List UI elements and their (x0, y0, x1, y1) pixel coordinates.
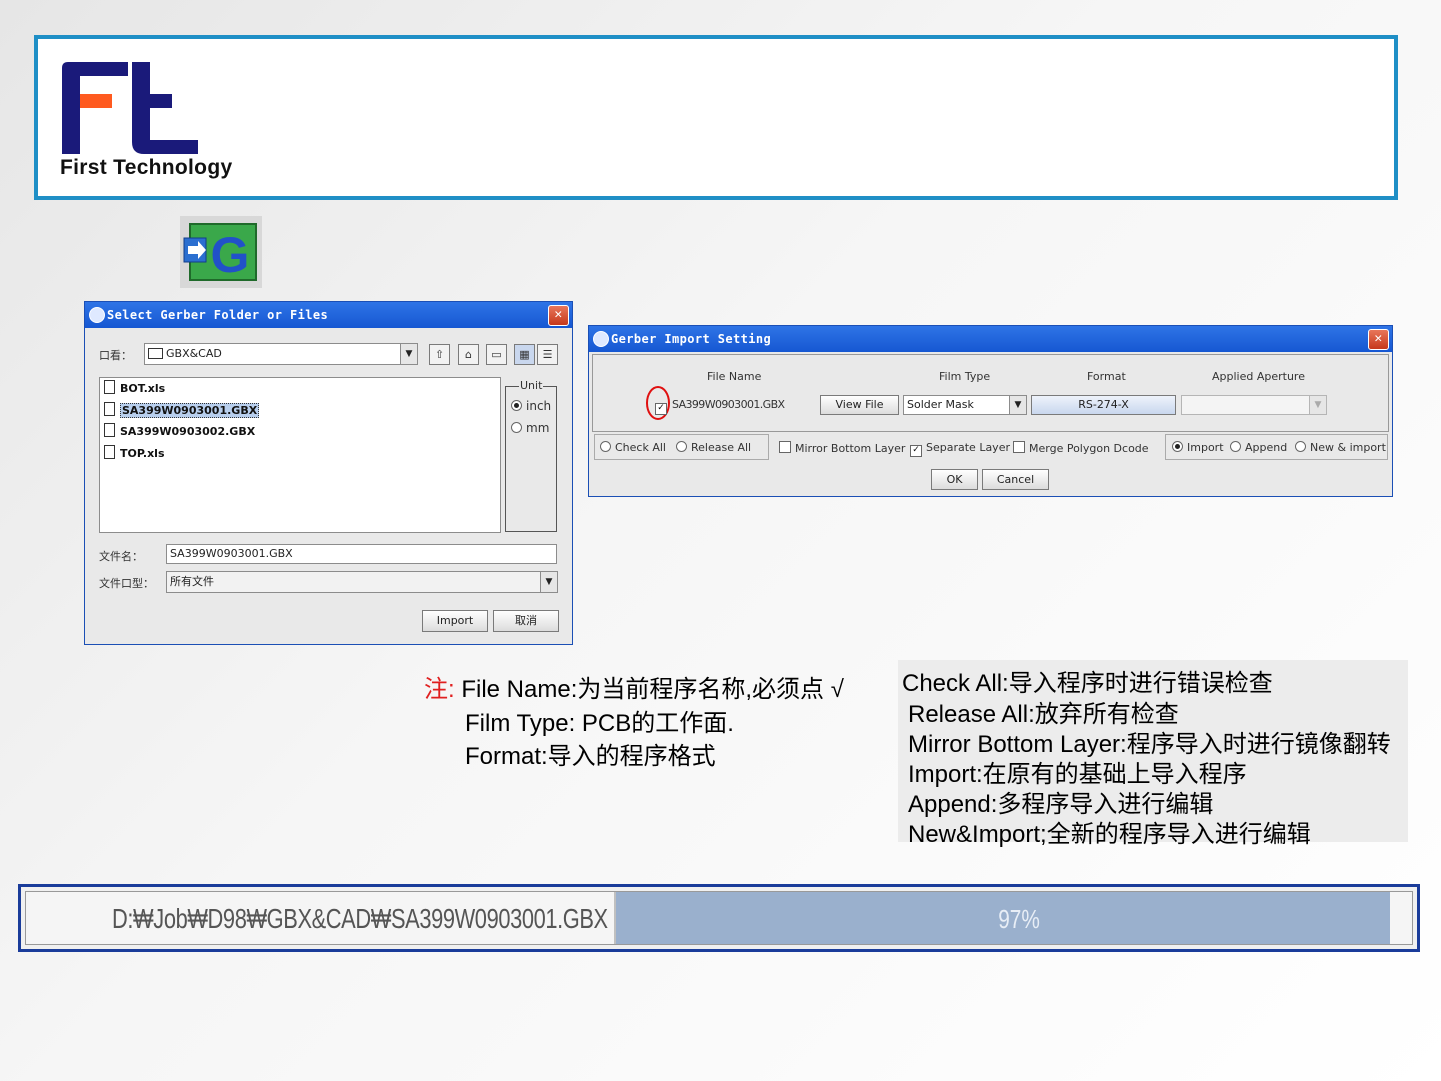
note-new-import: New&Import;全新的程序导入进行编辑 (908, 821, 1311, 848)
note-film-type: Film Type: PCB的工作面. (465, 710, 734, 737)
java-icon (89, 307, 105, 323)
up-folder-icon[interactable]: ⇧ (429, 344, 450, 365)
file-icon (104, 423, 115, 437)
cancel-button[interactable]: 取消 (493, 610, 559, 632)
file-icon (104, 380, 115, 394)
company-name: First Technology (60, 156, 233, 179)
progress-track: D:₩Job₩D98₩GBX&CAD₩SA399W0903001.GBX 97% (25, 891, 1413, 945)
radio-icon (600, 441, 611, 452)
film-type-value: Solder Mask (907, 398, 974, 411)
close-icon[interactable]: ✕ (548, 305, 569, 326)
chevron-down-icon[interactable]: ▼ (1309, 396, 1326, 414)
select-dialog-titlebar[interactable]: Select Gerber Folder or Files ✕ (85, 302, 572, 328)
filename-input[interactable]: SA399W0903001.GBX (166, 544, 557, 564)
format-button[interactable]: RS-274-X (1031, 395, 1176, 415)
file-row-checkbox[interactable]: ✓ (655, 399, 671, 415)
progress-file-path: D:₩Job₩D98₩GBX&CAD₩SA399W0903001.GBX (112, 903, 608, 934)
list-item[interactable]: SA399W0903001.GBX (104, 402, 260, 419)
look-in-value: GBX&CAD (166, 347, 222, 360)
note-prefix: 注: (424, 676, 455, 703)
chevron-down-icon[interactable]: ▼ (400, 344, 417, 364)
file-icon (104, 402, 115, 416)
mirror-bottom-checkbox[interactable]: Mirror Bottom Layer (779, 441, 905, 455)
checkbox-icon (779, 441, 791, 453)
checkmark-icon: ✓ (655, 403, 667, 415)
header-film-type: Film Type (939, 370, 991, 383)
cancel-button[interactable]: Cancel (982, 469, 1049, 490)
chevron-down-icon[interactable]: ▼ (540, 572, 557, 592)
note-line-1: File Name:为当前程序名称,必须点 √ (454, 676, 844, 703)
append-radio[interactable]: Append (1230, 441, 1287, 454)
header-file-name: File Name (707, 370, 762, 383)
file-row-name: SA399W0903001.GBX (672, 398, 785, 411)
chevron-down-icon[interactable]: ▼ (1009, 396, 1026, 414)
unit-inch-radio[interactable]: inch (511, 399, 551, 413)
select-gerber-dialog: Select Gerber Folder or Files ✕ 口看： GBX&… (84, 301, 573, 645)
radio-icon (1230, 441, 1241, 452)
check-all-radio[interactable]: Check All (600, 441, 666, 454)
import-dialog-title: Gerber Import Setting (611, 332, 772, 346)
film-type-select[interactable]: Solder Mask ▼ (903, 395, 1027, 415)
import-radio[interactable]: Import (1172, 441, 1224, 454)
note-format: Format:导入的程序格式 (465, 743, 716, 770)
java-icon (593, 331, 609, 347)
header-format: Format (1087, 370, 1126, 383)
filetype-value: 所有文件 (170, 575, 214, 588)
list-item[interactable]: BOT.xls (104, 380, 165, 397)
header-banner (34, 35, 1398, 200)
file-list[interactable]: BOT.xls SA399W0903001.GBX SA399W0903002.… (99, 377, 501, 533)
view-file-button[interactable]: View File (820, 395, 899, 415)
aperture-select[interactable]: ▼ (1181, 395, 1327, 415)
note-check-all: Check All:导入程序时进行错误检查 (902, 670, 1273, 697)
select-dialog-title: Select Gerber Folder or Files (107, 308, 329, 322)
checkmark-icon: ✓ (910, 445, 922, 457)
filetype-select[interactable]: 所有文件 ▼ (166, 571, 558, 593)
import-progress-bar: D:₩Job₩D98₩GBX&CAD₩SA399W0903001.GBX 97% (18, 884, 1420, 952)
unit-mm-radio[interactable]: mm (511, 421, 549, 435)
import-button[interactable]: Import (422, 610, 488, 632)
header-applied-aperture: Applied Aperture (1212, 370, 1305, 383)
release-all-radio[interactable]: Release All (676, 441, 751, 454)
file-icon (104, 445, 115, 459)
details-view-icon[interactable]: ☰ (537, 344, 558, 365)
checkbox-icon (1013, 441, 1025, 453)
filetype-label: 文件口型： (99, 577, 154, 590)
list-item[interactable]: TOP.xls (104, 445, 165, 462)
radio-icon (511, 422, 522, 433)
new-import-radio[interactable]: New & import (1295, 441, 1386, 454)
separate-layer-checkbox[interactable]: ✓ Separate Layer (910, 441, 1010, 457)
home-icon[interactable]: ⌂ (458, 344, 479, 365)
gerber-import-setting-dialog: Gerber Import Setting ✕ File Name Film T… (588, 325, 1393, 497)
settings-table (592, 354, 1389, 432)
merge-polygon-checkbox[interactable]: Merge Polygon Dcode (1013, 441, 1149, 455)
look-in-select[interactable]: GBX&CAD ▼ (144, 343, 418, 365)
radio-icon (511, 400, 522, 411)
progress-percent: 97% (998, 904, 1040, 934)
list-view-icon[interactable]: ▦ (514, 344, 535, 365)
import-dialog-titlebar[interactable]: Gerber Import Setting ✕ (589, 326, 1392, 352)
gerber-import-icon[interactable]: G (180, 216, 262, 288)
radio-icon (676, 441, 687, 452)
ok-button[interactable]: OK (931, 469, 978, 490)
radio-icon (1172, 441, 1183, 452)
radio-icon (1295, 441, 1306, 452)
new-folder-icon[interactable]: ▭ (486, 344, 507, 365)
unit-label: Unit (519, 379, 544, 392)
svg-text:G: G (211, 227, 250, 283)
filename-label: 文件名： (99, 550, 143, 563)
company-logo (62, 62, 198, 154)
look-in-label: 口看： (99, 349, 132, 362)
note-file-name: 注: File Name:为当前程序名称,必须点 √ (424, 669, 844, 704)
folder-icon (148, 348, 163, 359)
list-item[interactable]: SA399W0903002.GBX (104, 423, 255, 440)
close-icon[interactable]: ✕ (1368, 329, 1389, 350)
